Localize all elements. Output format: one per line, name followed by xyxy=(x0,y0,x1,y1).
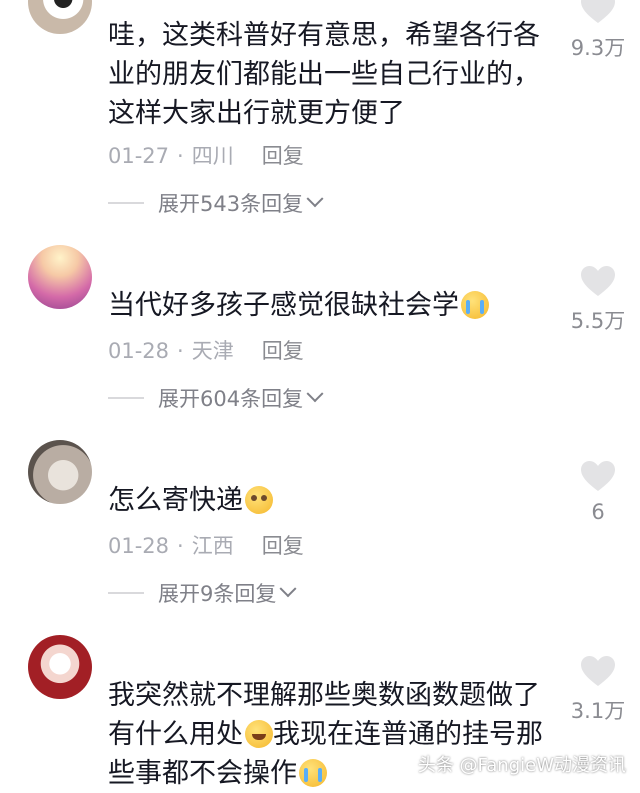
expand-replies-button[interactable]: 展开604条回复 xyxy=(108,383,324,413)
comment-text-container: 怎么寄快递 xyxy=(108,481,548,520)
watermark: 头条 @FangieW动漫资讯 xyxy=(417,755,626,776)
comment-location: 天津 xyxy=(191,339,234,363)
avatar[interactable] xyxy=(28,635,92,699)
comment-meta: 01-27 · 四川 回复 xyxy=(108,140,304,170)
like-count: 3.1万 xyxy=(570,699,626,723)
reply-button[interactable]: 回复 xyxy=(262,534,304,558)
separator-dot: · xyxy=(177,339,184,363)
divider-line xyxy=(108,397,144,399)
loudly-crying-face-icon xyxy=(461,291,489,319)
separator-dot: · xyxy=(177,144,184,168)
expand-replies-label: 展开9条回复 xyxy=(158,582,277,606)
like-count: 6 xyxy=(591,500,605,524)
separator-dot: · xyxy=(177,534,184,558)
like-button[interactable]: 9.3万 xyxy=(566,0,630,62)
like-button[interactable]: 5.5万 xyxy=(566,265,630,335)
like-button[interactable]: 6 xyxy=(566,460,630,524)
divider-line xyxy=(108,202,144,204)
comment-text: 当代好多孩子感觉很缺社会学 xyxy=(108,290,459,321)
comment-text: 怎么寄快递 xyxy=(108,485,243,516)
heart-icon xyxy=(580,460,616,492)
comment-meta: 01-28 · 江西 回复 xyxy=(108,530,304,560)
heart-icon xyxy=(580,0,616,24)
chevron-down-icon xyxy=(306,190,324,208)
chevron-down-icon xyxy=(279,580,297,598)
comment-date: 01-28 xyxy=(108,339,170,363)
heart-icon xyxy=(580,655,616,687)
loudly-crying-face-icon xyxy=(299,759,327,787)
grinning-sweat-face-icon xyxy=(245,720,273,748)
divider-line xyxy=(108,592,144,594)
expand-replies-button[interactable]: 展开9条回复 xyxy=(108,578,297,608)
like-button[interactable]: 3.1万 xyxy=(566,655,630,725)
comment-meta: 01-28 · 天津 回复 xyxy=(108,335,304,365)
chevron-down-icon xyxy=(306,385,324,403)
like-count: 5.5万 xyxy=(570,309,626,333)
pleading-face-icon xyxy=(245,486,273,514)
avatar[interactable] xyxy=(28,0,92,34)
expand-replies-label: 展开543条回复 xyxy=(158,192,304,216)
avatar[interactable] xyxy=(28,440,92,504)
heart-icon xyxy=(580,265,616,297)
expand-replies-label: 展开604条回复 xyxy=(158,387,304,411)
reply-button[interactable]: 回复 xyxy=(262,339,304,363)
comment-text-container: 当代好多孩子感觉很缺社会学 xyxy=(108,286,548,325)
comment-location: 江西 xyxy=(191,534,234,558)
like-count: 9.3万 xyxy=(570,36,626,60)
comment-date: 01-27 xyxy=(108,144,170,168)
comment-text: 哇，这类科普好有意思，希望各行各业的朋友们都能出一些自己行业的，这样大家出行就更… xyxy=(108,20,540,129)
comment-date: 01-28 xyxy=(108,534,170,558)
avatar[interactable] xyxy=(28,245,92,309)
reply-button[interactable]: 回复 xyxy=(262,144,304,168)
comment-location: 四川 xyxy=(191,144,234,168)
expand-replies-button[interactable]: 展开543条回复 xyxy=(108,188,324,218)
